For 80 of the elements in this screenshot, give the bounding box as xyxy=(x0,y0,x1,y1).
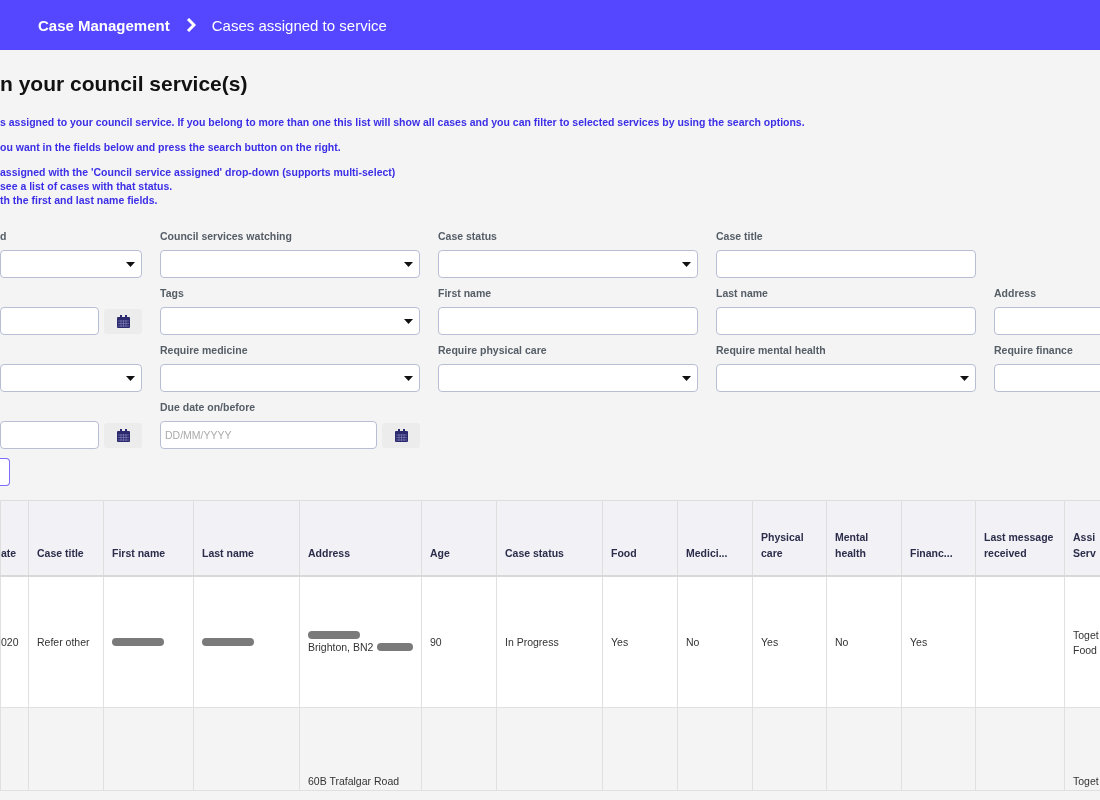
instruction-text: see a list of cases with that status. xyxy=(0,180,174,192)
column-header[interactable]: Medici... xyxy=(677,500,753,576)
instruction-text: th the first and last name fields. xyxy=(0,194,159,206)
field-label: Require mental health xyxy=(716,344,827,357)
input-field[interactable] xyxy=(994,307,1100,335)
column-header[interactable]: Physical care xyxy=(752,500,827,576)
column-header[interactable]: ate xyxy=(0,500,29,576)
input-field[interactable] xyxy=(716,307,976,335)
table-cell-text: In Progress xyxy=(505,635,559,649)
instruction-text: s assigned to your council service. If you belong to more than one this list will show all cases and you can filter to selected services by using the search options. xyxy=(0,116,806,128)
field-label: Council services watching xyxy=(160,230,293,243)
column-header[interactable]: First name xyxy=(103,500,194,576)
input-field[interactable] xyxy=(994,364,1100,392)
table-cell-text: Yes xyxy=(761,635,779,649)
search-button[interactable] xyxy=(0,458,10,486)
table-cell-text: Food xyxy=(1073,642,1097,657)
column-header[interactable]: Assi Serv xyxy=(1064,500,1100,576)
breadcrumb-current: Cases assigned to service xyxy=(211,16,387,34)
table-cell-text: Yes xyxy=(910,635,928,649)
caret-icon xyxy=(960,375,969,381)
column-header[interactable]: Last message received xyxy=(975,500,1065,576)
calendar-button[interactable] xyxy=(382,422,420,448)
table-cell-text: Brighton, BN2 xyxy=(308,639,374,654)
date-field[interactable] xyxy=(0,421,99,449)
column-header[interactable]: Age xyxy=(421,500,497,576)
column-header[interactable]: Food xyxy=(602,500,678,576)
chevron-icon xyxy=(185,18,196,32)
field-label: Require physical care xyxy=(438,344,548,357)
page-heading: n your council service(s) xyxy=(0,72,249,96)
calendar-icon xyxy=(394,428,408,442)
caret-icon xyxy=(404,318,413,324)
dropdown-field[interactable] xyxy=(716,364,976,392)
calendar-icon xyxy=(116,314,130,328)
caret-icon xyxy=(682,261,691,267)
dropdown-field[interactable] xyxy=(438,364,698,392)
field-label: Require medicine xyxy=(160,344,249,357)
calendar-button[interactable] xyxy=(104,422,142,448)
table-cell-text: No xyxy=(835,635,849,649)
field-label: Address xyxy=(994,287,1037,300)
field-label: d xyxy=(0,230,8,243)
column-header[interactable]: Financ... xyxy=(901,500,976,576)
table-cell-text: Refer other xyxy=(37,635,90,649)
column-header[interactable]: Case status xyxy=(496,500,603,576)
field-label: Last name xyxy=(716,287,769,300)
calendar-button[interactable] xyxy=(104,308,142,334)
table-cell-text: 60B Trafalgar Road xyxy=(308,774,400,788)
field-label: Require finance xyxy=(994,344,1074,357)
column-header[interactable]: Mental health xyxy=(826,500,902,576)
field-label: Case status xyxy=(438,230,498,243)
input-field[interactable] xyxy=(716,250,976,278)
caret-icon xyxy=(404,261,413,267)
breadcrumb-link[interactable]: Case Management xyxy=(38,16,170,34)
date-field[interactable] xyxy=(0,307,99,335)
column-header[interactable]: Case title xyxy=(28,500,104,576)
caret-icon xyxy=(682,375,691,381)
dropdown-field[interactable] xyxy=(438,250,698,278)
field-label: First name xyxy=(438,287,493,300)
table-cell-text: 90 xyxy=(430,635,442,649)
table-cell-text: Toget xyxy=(1073,774,1099,788)
dropdown-field[interactable] xyxy=(0,250,142,278)
table-cell-text: 020 xyxy=(1,635,19,649)
calendar-icon xyxy=(116,428,130,442)
caret-icon xyxy=(126,261,135,267)
dropdown-field[interactable] xyxy=(160,250,420,278)
field-label: Tags xyxy=(160,287,185,300)
table-cell-text: No xyxy=(686,635,700,649)
input-field[interactable] xyxy=(438,307,698,335)
instruction-text: assigned with the 'Council service assigned' drop-down (supports multi-select) xyxy=(0,166,397,178)
caret-icon xyxy=(126,375,135,381)
table-cell-text: Toget xyxy=(1073,627,1099,642)
instruction-text: ou want in the fields below and press the search button on the right. xyxy=(0,141,342,153)
column-header[interactable]: Address xyxy=(299,500,422,576)
dropdown-field[interactable] xyxy=(160,364,420,392)
column-header[interactable]: Last name xyxy=(193,500,300,576)
table-cell-text: Yes xyxy=(611,635,629,649)
caret-icon xyxy=(404,375,413,381)
dropdown-field[interactable] xyxy=(160,307,420,335)
field-label: Case title xyxy=(716,230,764,243)
dropdown-field[interactable] xyxy=(0,364,142,392)
field-label: Due date on/before xyxy=(160,401,257,414)
